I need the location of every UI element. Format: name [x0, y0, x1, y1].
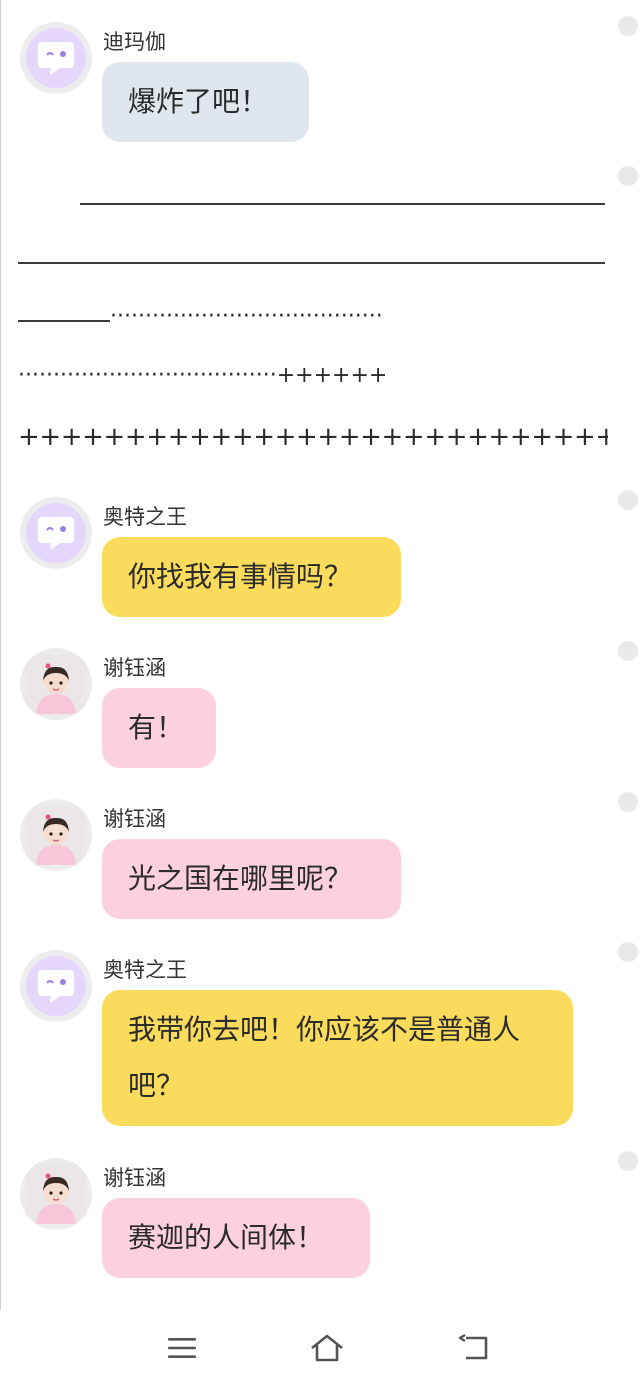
- system-navigation-bar: [0, 1310, 640, 1386]
- speech-bubble-logo-icon: [26, 956, 86, 1016]
- sender-name: 迪玛伽: [103, 30, 166, 54]
- separator-line: [18, 320, 110, 322]
- sender-name: 奥特之王: [103, 505, 187, 529]
- girl-photo-icon: [26, 654, 86, 714]
- avatar[interactable]: [20, 1158, 92, 1230]
- separator-line: [18, 262, 605, 264]
- message-bubble[interactable]: 爆炸了吧！: [102, 62, 309, 142]
- back-button[interactable]: [451, 1328, 495, 1368]
- speech-bubble-logo-icon: [26, 28, 86, 88]
- dotted-plus-line: ·····································+++…: [18, 363, 388, 388]
- side-dot: [618, 166, 638, 186]
- side-dot: [618, 16, 638, 36]
- message-bubble[interactable]: 光之国在哪里呢？: [102, 839, 401, 919]
- side-dot: [618, 1151, 638, 1171]
- girl-photo-icon: [26, 805, 86, 865]
- message-bubble[interactable]: 你找我有事情吗？: [102, 537, 401, 617]
- avatar[interactable]: [20, 648, 92, 720]
- side-dot: [618, 942, 638, 962]
- message-bubble[interactable]: 我带你去吧！你应该不是普通人吧？: [102, 990, 573, 1126]
- avatar[interactable]: [20, 799, 92, 871]
- menu-icon: [168, 1338, 196, 1358]
- sender-name: 谢钰涵: [103, 656, 166, 680]
- dotted-line: ·······································: [110, 304, 383, 329]
- chat-area[interactable]: 迪玛伽 爆炸了吧！ ······························…: [0, 0, 640, 1310]
- menu-button[interactable]: [160, 1328, 204, 1368]
- plus-line: +++++++++++++++++++++++++++++++: [18, 422, 608, 452]
- sender-name: 谢钰涵: [103, 807, 166, 831]
- avatar[interactable]: [20, 22, 92, 94]
- avatar[interactable]: [20, 950, 92, 1022]
- message-bubble[interactable]: 有！: [102, 688, 216, 768]
- home-icon: [311, 1334, 343, 1362]
- side-dot: [618, 641, 638, 661]
- message-bubble[interactable]: 赛迦的人间体！: [102, 1198, 370, 1278]
- girl-photo-icon: [26, 1164, 86, 1224]
- side-dot: [618, 792, 638, 812]
- sender-name: 谢钰涵: [103, 1166, 166, 1190]
- avatar[interactable]: [20, 497, 92, 569]
- back-icon: [458, 1334, 488, 1360]
- speech-bubble-logo-icon: [26, 503, 86, 563]
- home-button[interactable]: [305, 1328, 349, 1368]
- separator-line: [80, 203, 605, 205]
- sender-name: 奥特之王: [103, 958, 187, 982]
- side-dot: [618, 490, 638, 510]
